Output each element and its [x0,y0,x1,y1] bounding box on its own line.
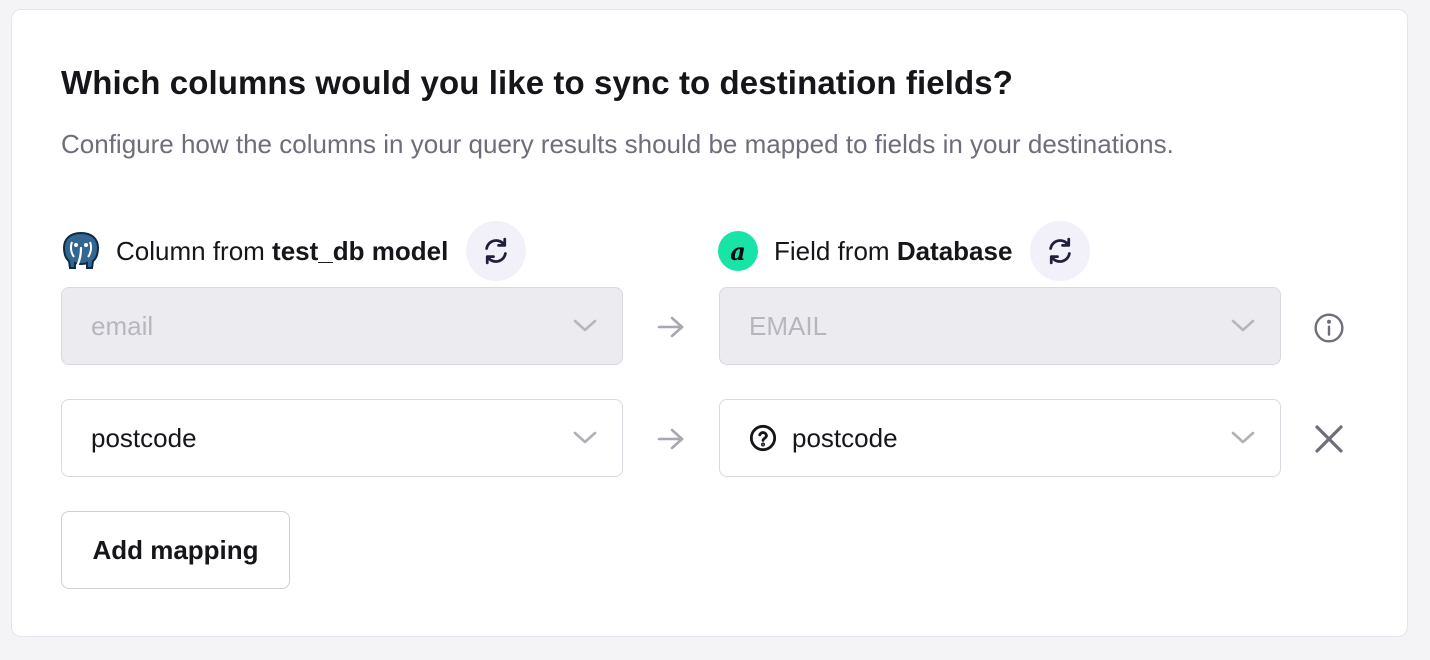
destination-field-value: postcode [792,422,898,453]
refresh-source-button[interactable] [466,221,527,281]
source-column-header: Column from test_db model [60,220,527,282]
destination-field-value: EMAIL [749,310,828,341]
destination-header-label: Field from Database [774,236,1012,267]
page-title: Which columns would you like to sync to … [61,64,1013,101]
destination-name: Database [896,235,1013,266]
source-model-name: test_db model [272,235,449,266]
source-column-value: email [91,310,154,341]
source-column-select-email: email [61,287,623,365]
chevron-down-icon [1231,319,1255,332]
source-column-select-postcode[interactable]: postcode [61,399,623,477]
destination-header-prefix: Field from [774,235,897,266]
chevron-down-icon [573,431,597,444]
attio-logo-icon: a [718,231,758,271]
destination-field-select-postcode[interactable]: postcode [719,399,1281,477]
destination-field-select-email: EMAIL [719,287,1281,365]
arrow-right-icon [657,428,684,450]
source-column-value: postcode [91,422,197,453]
page-subtitle: Configure how the columns in your query … [61,129,1174,159]
refresh-destination-button[interactable] [1030,221,1091,281]
add-mapping-button[interactable]: Add mapping [61,511,290,589]
field-mapping-card: Which columns would you like to sync to … [11,9,1408,637]
question-circle-icon [749,424,777,452]
chevron-down-icon [1231,431,1255,444]
refresh-icon [1049,237,1072,265]
postgres-elephant-icon [60,230,102,272]
info-icon[interactable] [1312,311,1346,345]
chevron-down-icon [573,319,597,332]
source-header-label: Column from test_db model [116,236,448,267]
source-header-prefix: Column from [116,235,273,266]
refresh-icon [485,237,508,265]
destination-field-header: a Field from Database [718,220,1091,282]
arrow-right-icon [657,316,684,338]
close-icon[interactable] [1312,422,1346,456]
